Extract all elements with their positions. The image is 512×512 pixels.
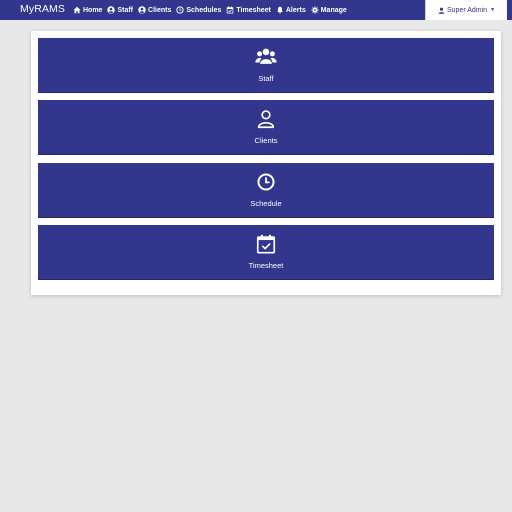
user-circle-icon — [138, 6, 146, 14]
calendar-check-icon — [255, 233, 277, 255]
top-navbar: MyRAMS Home Staff Clients Schedules Time… — [0, 0, 512, 20]
caret-down-icon: ▼ — [490, 7, 496, 13]
users-icon — [255, 46, 277, 68]
nav-item-label: Alerts — [285, 6, 306, 14]
user-circle-icon — [107, 6, 116, 14]
nav-item-label: Clients — [148, 6, 172, 14]
user-outline-icon — [255, 108, 277, 130]
nav-item-label: Timesheet — [236, 6, 271, 14]
tile-staff[interactable]: Staff — [38, 38, 494, 93]
nav-item-alerts[interactable]: Alerts — [276, 6, 306, 14]
calendar-check-icon — [226, 6, 234, 14]
tile-label: Clients — [254, 136, 278, 145]
nav-item-label: Manage — [320, 6, 347, 14]
nav-item-timesheet[interactable]: Timesheet — [226, 6, 271, 14]
nav-item-staff[interactable]: Staff — [107, 6, 133, 14]
user-menu-dropdown[interactable]: Super Admin ▼ — [425, 0, 507, 20]
brand-logo[interactable]: MyRAMS — [20, 3, 65, 15]
tile-timesheet[interactable]: Timesheet — [38, 225, 494, 280]
clock-icon — [255, 171, 277, 193]
bell-icon — [276, 6, 284, 14]
clock-icon — [176, 6, 185, 14]
nav-item-manage[interactable]: Manage — [311, 6, 347, 14]
tile-clients[interactable]: Clients — [38, 100, 494, 155]
main-nav: Home Staff Clients Schedules Timesheet A… — [73, 0, 347, 20]
tile-label: Timesheet — [248, 261, 284, 270]
nav-item-label: Schedules — [186, 6, 222, 14]
nav-item-home[interactable]: Home — [73, 6, 102, 14]
nav-item-clients[interactable]: Clients — [138, 6, 171, 14]
home-icon — [73, 6, 81, 14]
gear-icon — [311, 6, 319, 14]
nav-item-label: Staff — [117, 6, 134, 14]
nav-item-label: Home — [83, 6, 103, 14]
tile-schedule[interactable]: Schedule — [38, 163, 494, 218]
nav-item-schedules[interactable]: Schedules — [176, 6, 221, 14]
tile-label: Schedule — [250, 199, 282, 208]
dashboard-panel: Staff Clients Schedule Timesheet — [31, 31, 501, 295]
user-icon — [438, 7, 445, 14]
tile-label: Staff — [258, 74, 274, 83]
user-menu-label: Super Admin — [446, 6, 488, 14]
